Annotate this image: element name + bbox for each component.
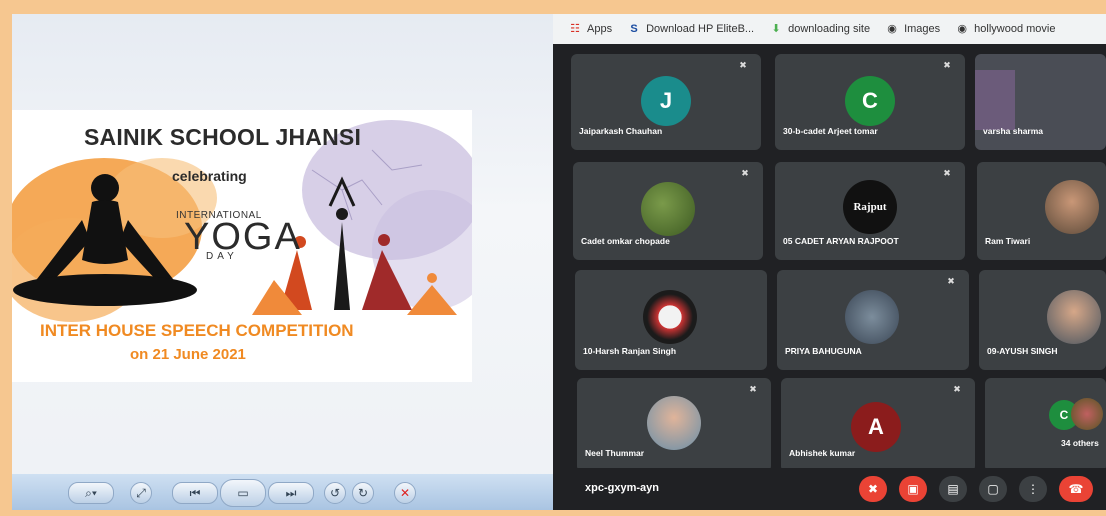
participant-name: 09-AYUSH SINGH bbox=[987, 346, 1058, 356]
download-arrow-icon: ⬇ bbox=[771, 23, 781, 35]
present-icon: ▢ bbox=[987, 482, 999, 496]
next-icon: ⏭ bbox=[285, 485, 297, 500]
participant-tile[interactable]: Ram Tiwari bbox=[977, 162, 1106, 260]
mic-off-icon: ✖ bbox=[867, 482, 879, 496]
more-options-button[interactable]: ⋮ bbox=[1019, 476, 1047, 502]
avatar bbox=[1047, 290, 1101, 344]
participant-tile[interactable]: ✖ Neel Thummar bbox=[577, 378, 771, 472]
participant-tile[interactable]: ✖ Cadet omkar chopade bbox=[573, 162, 763, 260]
bookmarks-bar: ☷ Apps S Download HP EliteB... ⬇ downloadin… bbox=[553, 14, 1106, 44]
participant-tile[interactable]: 10-Harsh Ranjan Singh bbox=[575, 270, 767, 370]
slideshow-button[interactable]: ▭ bbox=[220, 479, 266, 507]
photo-viewer-window: SAINIK SCHOOL JHANSI celebrating INTERNA… bbox=[12, 14, 558, 510]
bookmark-downloading-site[interactable]: ⬇ downloading site bbox=[770, 23, 871, 35]
rotate-right-button[interactable]: ↻ bbox=[352, 482, 374, 504]
participant-tile[interactable]: varsha sharma bbox=[975, 54, 1106, 150]
bookmark-apps[interactable]: ☷ Apps bbox=[569, 23, 612, 35]
participant-name: Cadet omkar chopade bbox=[581, 236, 670, 246]
meeting-controls-bar: xpc-gxym-ayn ✖ ▣ ▤ ▢ ⋮ ☎ bbox=[553, 468, 1106, 510]
poster-title: SAINIK SCHOOL JHANSI bbox=[84, 124, 362, 150]
avatar bbox=[641, 182, 695, 236]
more-vert-icon: ⋮ bbox=[1027, 482, 1039, 496]
poster-yoga-text: YOGA bbox=[184, 216, 302, 258]
others-count: 34 others bbox=[1061, 438, 1099, 448]
participant-name: PRIYA BAHUGUNA bbox=[785, 346, 862, 356]
zoom-icon: ⌕▾ bbox=[85, 485, 97, 500]
bookmark-hollywood-movie[interactable]: ◉ hollywood movie bbox=[956, 23, 1055, 35]
previous-button[interactable]: ⏮ bbox=[172, 482, 218, 504]
captions-button[interactable]: ▤ bbox=[939, 476, 967, 502]
rotate-left-icon: ↺ bbox=[329, 486, 341, 500]
meeting-code: xpc-gxym-ayn bbox=[585, 482, 659, 494]
poster-competition-text: INTER HOUSE SPEECH COMPETITION bbox=[40, 321, 354, 340]
delete-button[interactable]: ✕ bbox=[394, 482, 416, 504]
present-button[interactable]: ▢ bbox=[979, 476, 1007, 502]
slideshow-icon: ▭ bbox=[237, 486, 249, 500]
mic-off-icon: ✖ bbox=[943, 60, 951, 70]
avatar: Rajput bbox=[843, 180, 897, 234]
poster-day-text: DAY bbox=[206, 251, 238, 262]
participant-tile[interactable]: ✖ C 30-b-cadet Arjeet tomar bbox=[775, 54, 965, 150]
mic-off-icon: ✖ bbox=[741, 168, 749, 178]
avatar bbox=[643, 290, 697, 344]
globe-icon: ◉ bbox=[957, 23, 967, 35]
poster-celebrating-text: celebrating bbox=[172, 168, 247, 184]
delete-icon: ✕ bbox=[399, 486, 411, 500]
rotate-right-icon: ↻ bbox=[357, 486, 369, 500]
mic-off-icon: ✖ bbox=[749, 384, 757, 394]
participant-tile[interactable]: 09-AYUSH SINGH bbox=[979, 270, 1106, 370]
participant-tile[interactable]: ✖ Rajput 05 CADET ARYAN RAJPOOT bbox=[775, 162, 965, 260]
others-tile[interactable]: C 34 others bbox=[985, 378, 1106, 472]
apps-grid-icon: ☷ bbox=[570, 23, 580, 35]
rotate-left-button[interactable]: ↺ bbox=[324, 482, 346, 504]
participant-name: Jaiparkash Chauhan bbox=[579, 126, 663, 136]
yoga-day-poster: SAINIK SCHOOL JHANSI celebrating INTERNA… bbox=[12, 110, 472, 382]
captions-icon: ▤ bbox=[947, 482, 959, 496]
avatar bbox=[845, 290, 899, 344]
participant-tile[interactable]: ✖ PRIYA BAHUGUNA bbox=[777, 270, 969, 370]
bookmark-download-hp[interactable]: S Download HP EliteB... bbox=[628, 23, 754, 35]
s-logo-icon: S bbox=[630, 23, 638, 35]
globe-icon: ◉ bbox=[887, 23, 897, 35]
microphone-toggle[interactable]: ✖ bbox=[859, 476, 887, 502]
participant-name: Neel Thummar bbox=[585, 448, 645, 458]
participant-name: 30-b-cadet Arjeet tomar bbox=[783, 126, 878, 136]
mic-off-icon: ✖ bbox=[739, 60, 747, 70]
avatar: J bbox=[641, 76, 691, 126]
fit-icon: ⤢ bbox=[136, 485, 146, 500]
zoom-button[interactable]: ⌕▾ bbox=[68, 482, 114, 504]
previous-icon: ⏮ bbox=[189, 485, 201, 500]
participant-name: Abhishek kumar bbox=[789, 448, 856, 458]
camera-off-icon: ▣ bbox=[907, 482, 919, 496]
mic-off-icon: ✖ bbox=[947, 276, 955, 286]
poster-date-text: on 21 June 2021 bbox=[130, 346, 246, 363]
avatar bbox=[647, 396, 701, 450]
next-button[interactable]: ⏭ bbox=[268, 482, 314, 504]
actual-size-button[interactable]: ⤢ bbox=[130, 482, 152, 504]
participant-name: 10-Harsh Ranjan Singh bbox=[583, 346, 677, 356]
video-meeting-window: ☷ Apps S Download HP EliteB... ⬇ downloadin… bbox=[553, 14, 1106, 510]
bookmark-images[interactable]: ◉ Images bbox=[886, 23, 940, 35]
avatar bbox=[1071, 398, 1103, 430]
avatar bbox=[1045, 180, 1099, 234]
avatar: A bbox=[851, 402, 901, 452]
mic-off-icon: ✖ bbox=[943, 168, 951, 178]
mic-off-icon: ✖ bbox=[953, 384, 961, 394]
viewer-toolbar: ⌕▾ ⤢ ⏮ ▭ ⏭ ↺ ↻ ✕ bbox=[12, 474, 558, 510]
participant-name: Ram Tiwari bbox=[985, 236, 1031, 246]
participant-name: 05 CADET ARYAN RAJPOOT bbox=[783, 236, 899, 246]
video-feed bbox=[975, 70, 1015, 130]
hang-up-icon: ☎ bbox=[1068, 482, 1084, 496]
leave-call-button[interactable]: ☎ bbox=[1059, 476, 1093, 502]
participant-name: varsha sharma bbox=[983, 126, 1044, 136]
participant-tile[interactable]: ✖ A Abhishek kumar bbox=[781, 378, 975, 472]
participant-tile[interactable]: ✖ J Jaiparkash Chauhan bbox=[571, 54, 761, 150]
avatar: C bbox=[845, 76, 895, 126]
camera-toggle[interactable]: ▣ bbox=[899, 476, 927, 502]
